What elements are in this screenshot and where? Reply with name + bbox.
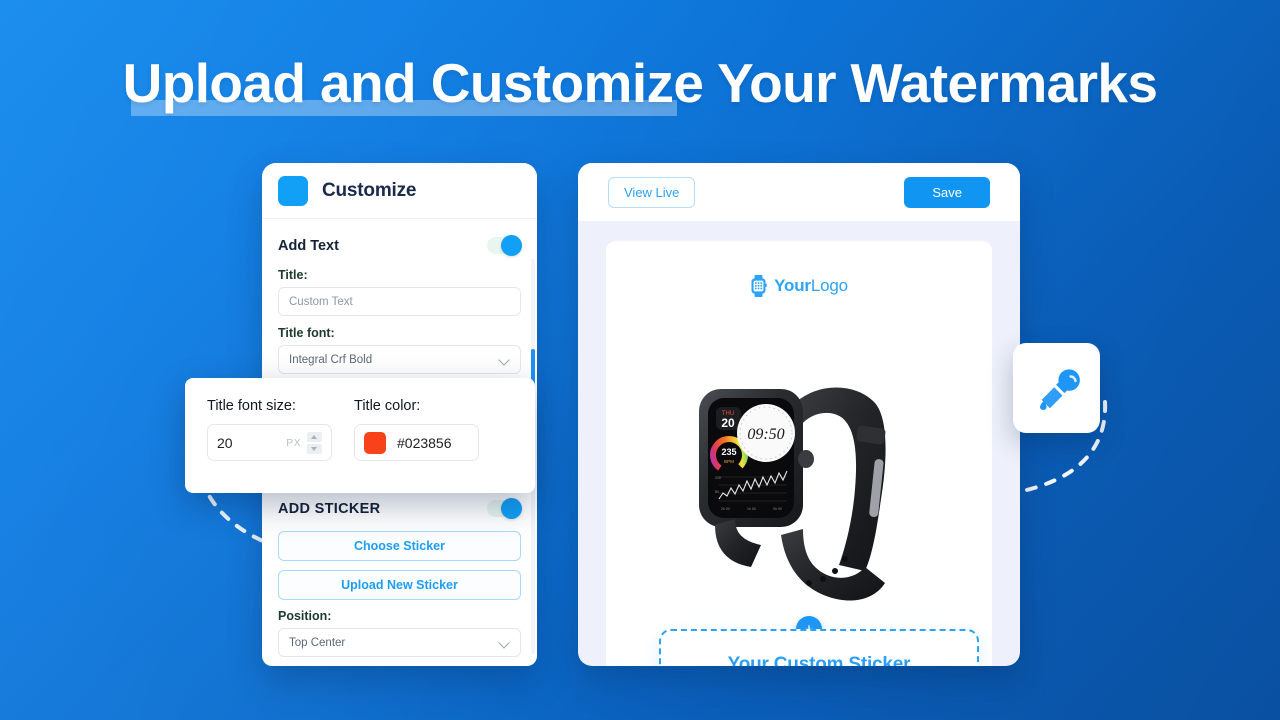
svg-text:1h 00: 1h 00 — [747, 507, 756, 511]
title-font-value: Integral Crf Bold — [289, 353, 373, 366]
custom-sticker-dropzone[interactable]: Your Custom Sticker — [659, 629, 979, 666]
font-size-value: 20 — [217, 434, 233, 451]
smartwatch-icon — [751, 275, 767, 297]
logo-text-bold: Your — [774, 276, 811, 295]
preview-panel: View Live Save YourLogo THU 20 235 BPM 0… — [578, 163, 1020, 666]
title-font-field-label: Title font: — [278, 326, 335, 340]
position-select[interactable]: Top Center — [278, 628, 521, 657]
preview-canvas: YourLogo THU 20 235 BPM 09:50 200 80 2h … — [606, 241, 992, 666]
watch-strap-upper — [793, 387, 886, 571]
chevron-down-icon — [499, 639, 510, 646]
app-logo-icon — [278, 175, 308, 206]
logo-text: YourLogo — [774, 276, 848, 296]
title-input[interactable]: Custom Text — [278, 287, 521, 316]
color-swatch[interactable] — [364, 431, 386, 454]
svg-text:200: 200 — [715, 476, 721, 480]
panel-header: Customize — [262, 163, 537, 219]
preview-toolbar: View Live Save — [578, 163, 1020, 221]
add-text-label: Add Text — [278, 237, 339, 254]
view-live-button[interactable]: View Live — [608, 176, 696, 208]
title-color-label: Title color: — [354, 398, 421, 414]
save-button[interactable]: Save — [904, 176, 990, 208]
title-color-group: Title color: #023856 — [354, 398, 479, 473]
title-font-size-input[interactable]: 20 PX — [207, 424, 332, 461]
watermark-logo: YourLogo — [606, 275, 992, 297]
add-text-toggle[interactable] — [487, 235, 522, 256]
font-size-unit: PX — [286, 436, 301, 449]
watch-crown[interactable] — [798, 450, 814, 468]
logo-text-light: Logo — [810, 276, 848, 295]
page-title: Upload and Customize Your Watermarks — [0, 52, 1280, 116]
color-hex-value: #023856 — [397, 434, 452, 451]
title-input-placeholder: Custom Text — [289, 295, 353, 308]
add-sticker-section-row: ADD STICKER — [278, 498, 522, 519]
smartwatch-illustration: THU 20 235 BPM 09:50 200 80 2h 00 1h 00 … — [699, 387, 886, 601]
watch-bpm-unit: BPM — [724, 459, 734, 464]
toggle-knob — [501, 235, 522, 256]
position-field-label: Position: — [278, 609, 332, 623]
watch-date-text: 20 — [721, 416, 735, 430]
title-font-popup: Title font size: 20 PX Title color: #023… — [185, 378, 535, 493]
title-font-select[interactable]: Integral Crf Bold — [278, 345, 521, 374]
title-color-input[interactable]: #023856 — [354, 424, 479, 461]
caret-down-icon[interactable] — [307, 443, 322, 454]
caret-up-icon[interactable] — [307, 431, 322, 442]
svg-text:80: 80 — [715, 490, 719, 494]
svg-text:0h 00: 0h 00 — [773, 507, 782, 511]
add-sticker-toggle[interactable] — [487, 498, 522, 519]
eyedropper-tool-card[interactable] — [1013, 343, 1100, 433]
add-sticker-label: ADD STICKER — [278, 500, 381, 517]
font-size-stepper[interactable] — [307, 431, 322, 454]
chevron-down-icon — [499, 356, 510, 363]
add-text-section-row: Add Text — [278, 235, 522, 256]
title-font-size-group: Title font size: 20 PX — [207, 398, 332, 473]
eyedropper-icon — [1039, 369, 1080, 410]
upload-new-sticker-button[interactable]: Upload New Sticker — [278, 570, 521, 600]
panel-title: Customize — [322, 179, 417, 201]
watch-time-text: 09:50 — [747, 426, 784, 443]
watch-bpm-value: 235 — [721, 447, 736, 457]
title-font-size-label: Title font size: — [207, 398, 296, 414]
svg-text:2h 00: 2h 00 — [721, 507, 730, 511]
custom-sticker-label: Your Custom Sticker — [727, 654, 911, 666]
headline-text: Upload and Customize Your Watermarks — [122, 52, 1158, 114]
choose-sticker-button[interactable]: Choose Sticker — [278, 531, 521, 561]
title-field-label: Title: — [278, 268, 308, 282]
smartwatch-image: THU 20 235 BPM 09:50 200 80 2h 00 1h 00 … — [689, 367, 919, 617]
position-value: Top Center — [289, 636, 346, 649]
toggle-knob — [501, 498, 522, 519]
